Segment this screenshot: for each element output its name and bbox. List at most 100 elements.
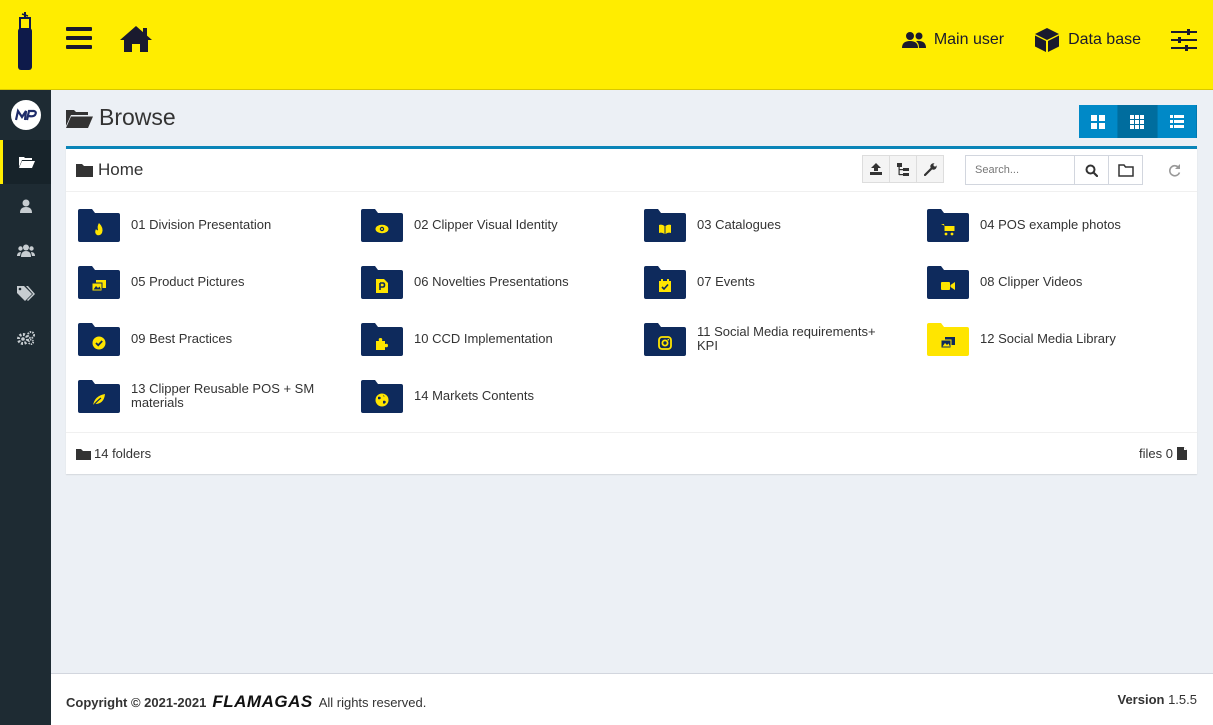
folder-label: 03 Catalogues <box>697 217 781 232</box>
folder-item[interactable]: 10 CCD Implementation <box>361 319 641 359</box>
folder-label: 14 Markets Contents <box>414 388 534 403</box>
home-icon[interactable] <box>119 24 153 54</box>
folder-label: 12 Social Media Library <box>980 331 1116 346</box>
wrench-icon <box>923 162 937 176</box>
folder-item[interactable]: 04 POS example photos <box>927 205 1207 245</box>
folder-icon <box>927 265 969 299</box>
folder-label: 09 Best Practices <box>131 331 233 346</box>
folder-tree-icon <box>897 162 909 176</box>
tags-icon <box>16 286 35 301</box>
folder-icon <box>76 164 93 177</box>
folder-icon <box>78 265 120 299</box>
user-icon <box>19 199 32 213</box>
folder-label: 13 Clipper Reusable POS + SM materials <box>131 381 315 410</box>
folder-label: 07 Events <box>697 274 755 289</box>
file-browser-panel: Home Search... 01 Division Presentation … <box>66 146 1197 474</box>
folder-icon <box>361 208 403 242</box>
folder-tree-button[interactable] <box>889 155 917 183</box>
upload-button[interactable] <box>862 155 890 183</box>
file-count-label: files 0 <box>1139 446 1173 461</box>
sidebar-item-settings[interactable] <box>0 316 51 360</box>
clipper-logo <box>18 12 32 70</box>
folder-label: 04 POS example photos <box>980 217 1121 232</box>
th-large-icon <box>1091 114 1106 129</box>
globe-icon <box>375 393 389 406</box>
powerpoint-icon <box>376 278 388 293</box>
folder-icon <box>644 208 686 242</box>
folder-item[interactable]: 05 Product Pictures <box>78 262 358 302</box>
folder-item[interactable]: 07 Events <box>644 262 924 302</box>
leaf-icon <box>92 393 105 406</box>
users-icon <box>16 244 35 257</box>
folder-icon <box>927 322 969 356</box>
folder-item[interactable]: 12 Social Media Library <box>927 319 1207 359</box>
eye-icon <box>375 224 389 233</box>
toolbar <box>862 155 944 183</box>
version-number: 1.5.5 <box>1168 692 1197 707</box>
folder-label: 02 Clipper Visual Identity <box>414 217 558 232</box>
cube-icon <box>1035 28 1060 52</box>
search-input[interactable] <box>965 155 1075 185</box>
folder-icon <box>361 265 403 299</box>
top-header: Main user Data base <box>0 0 1213 90</box>
page-footer: Copyright © 2021-2021 FLAMAGAS All right… <box>51 673 1213 725</box>
folder-item[interactable]: 03 Catalogues <box>644 205 924 245</box>
menu-toggle-icon[interactable] <box>66 27 92 53</box>
fire-icon <box>95 222 103 235</box>
tools-button[interactable] <box>916 155 944 183</box>
video-icon <box>941 281 955 290</box>
th-list-icon <box>1169 115 1184 128</box>
folder-item[interactable]: 11 Social Media requirements+ KPI <box>644 319 924 359</box>
puzzle-icon <box>376 337 388 350</box>
folder-count: 14 folders <box>76 446 151 461</box>
folder-icon <box>361 379 403 413</box>
database-label: Data base <box>1068 31 1141 48</box>
book-icon <box>659 224 671 234</box>
settings-sliders-icon[interactable] <box>1171 29 1197 51</box>
cart-icon <box>941 223 955 235</box>
users-icon <box>901 32 926 48</box>
page-title: Browse <box>66 104 176 131</box>
folder-item[interactable]: 14 Markets Contents <box>361 376 641 416</box>
folder-outline-icon <box>1117 163 1134 177</box>
folder-count-label: 14 folders <box>94 446 152 461</box>
view-grid-button[interactable] <box>1118 105 1158 138</box>
sidebar-item-user[interactable] <box>0 184 51 228</box>
main-user-link[interactable]: Main user <box>901 31 1004 49</box>
sidebar-item-users[interactable] <box>0 228 51 272</box>
sidebar-item-tags[interactable] <box>0 272 51 316</box>
folder-icon <box>78 208 120 242</box>
folder-item[interactable]: 06 Novelties Presentations <box>361 262 641 302</box>
cogs-icon <box>16 331 35 345</box>
folder-item[interactable]: 08 Clipper Videos <box>927 262 1207 302</box>
refresh-icon[interactable] <box>1168 164 1181 177</box>
folder-label: 01 Division Presentation <box>131 217 272 232</box>
check-circle-icon <box>92 336 106 349</box>
folder-icon <box>361 322 403 356</box>
view-large-grid-button[interactable] <box>1079 105 1119 138</box>
file-browser-footer: 14 folders files 0 <box>66 432 1197 474</box>
folder-item[interactable]: 01 Division Presentation <box>78 205 358 245</box>
folder-open-icon <box>66 109 93 128</box>
folder-item[interactable]: 09 Best Practices <box>78 319 358 359</box>
new-folder-button[interactable] <box>1109 155 1143 185</box>
database-link[interactable]: Data base <box>1034 27 1141 53</box>
folder-icon <box>927 208 969 242</box>
view-list-button[interactable] <box>1157 105 1197 138</box>
folder-item[interactable]: 02 Clipper Visual Identity <box>361 205 641 245</box>
mp-logo-icon <box>15 108 37 121</box>
breadcrumb-home: Home <box>98 160 144 179</box>
search-button[interactable] <box>1075 155 1109 185</box>
sidebar-item-browse[interactable] <box>0 140 51 184</box>
view-mode-toggle <box>1079 105 1197 138</box>
rights-text: All rights reserved. <box>318 694 427 710</box>
folder-item[interactable]: 13 Clipper Reusable POS + SM materials <box>78 376 358 416</box>
images-icon <box>92 279 106 291</box>
avatar[interactable] <box>11 100 41 130</box>
search-group <box>965 155 1143 185</box>
folder-label: 05 Product Pictures <box>131 274 245 289</box>
upload-icon <box>870 163 882 175</box>
file-count: files 0 <box>1139 446 1187 461</box>
images-icon <box>941 336 955 348</box>
breadcrumb[interactable]: Home <box>76 160 143 180</box>
